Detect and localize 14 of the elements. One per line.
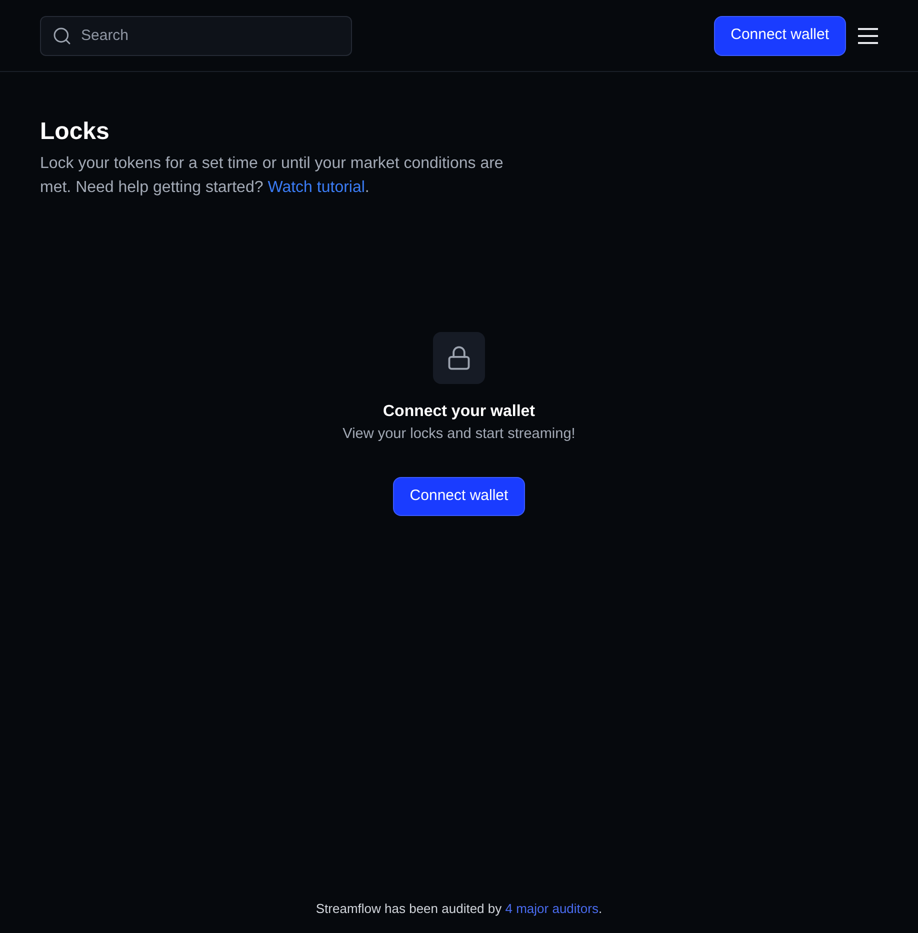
menu-button[interactable] [858,28,878,44]
empty-state-subtitle: View your locks and start streaming! [342,425,576,444]
search-field[interactable]: Search [40,16,352,56]
page-description: Lock your tokens for a set time or until your market conditions are met. Need help getting started? Watch tutorial. [40,154,504,198]
page-title: Locks [40,117,110,147]
connect-wallet-button[interactable]: Connect wallet [392,477,526,516]
search-icon [52,26,72,46]
connect-wallet-button[interactable]: Connect wallet [714,16,846,56]
lock-icon [433,332,485,384]
auditors-link[interactable]: 4 major auditors [505,901,598,916]
footer-text: Streamflow has been audited by 4 major auditors. [316,900,602,918]
empty-state-title: Connect your wallet [382,402,536,422]
watch-tutorial-link[interactable]: Watch tutorial [268,179,365,196]
menu-icon [858,28,878,44]
